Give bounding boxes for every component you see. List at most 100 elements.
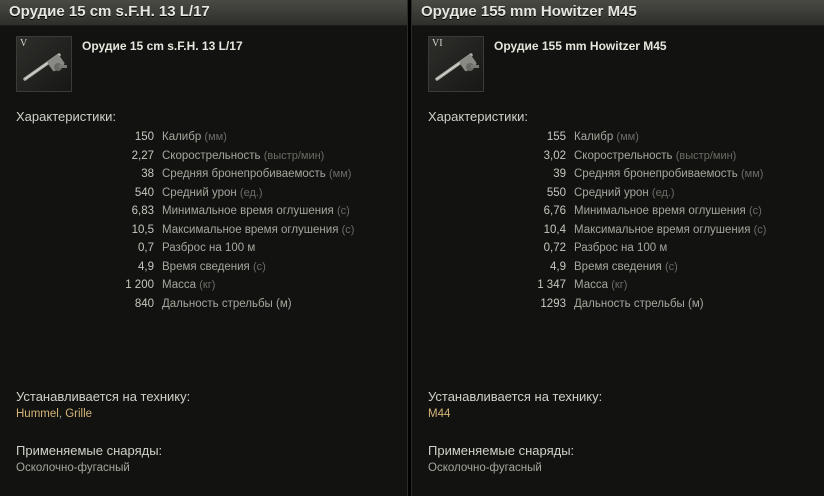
stat-label: Максимальное время оглушения (574, 223, 751, 236)
stat-label-wrap: Минимальное время оглушения (с) (162, 205, 350, 217)
shell-types: Осколочно-фугасный (16, 462, 130, 474)
panel-titlebar: Орудие 155 mm Howitzer M45 (412, 0, 824, 26)
stat-row: 1 347 Масса (кг) (412, 279, 812, 298)
stat-label: Масса (574, 279, 609, 291)
module-name: Орудие 155 mm Howitzer M45 (494, 39, 667, 53)
stat-row: 1 200 Масса (кг) (0, 279, 400, 298)
stat-unit: (с) (252, 260, 266, 273)
vehicle-link[interactable]: Grille (65, 408, 92, 420)
stat-unit: (кг) (611, 279, 628, 291)
vehicle-list: Hummel, Grille (16, 408, 92, 420)
artillery-gun-icon: V (16, 36, 72, 92)
stat-unit: (выстр/мин) (675, 149, 737, 162)
stat-label-wrap: Масса (кг) (162, 279, 215, 291)
stat-row: 3,02 Скорострельность (выстр/мин) (412, 150, 812, 169)
stat-value: 4,9 (138, 260, 154, 273)
shells-heading: Применяемые снаряды: (428, 443, 575, 458)
stat-unit: (с) (753, 223, 767, 236)
stat-value: 540 (134, 186, 154, 199)
stat-unit: (мм) (204, 131, 227, 143)
stat-value: 1 347 (537, 279, 566, 291)
stat-value: 2,27 (131, 149, 154, 162)
vehicle-link[interactable]: M44 (428, 408, 450, 420)
stat-row: 39 Средняя бронепробиваемость (мм) (412, 168, 812, 187)
stat-row: 4,9 Время сведения (с) (412, 261, 812, 280)
stat-label-wrap: Средняя бронепробиваемость (мм) (162, 168, 351, 180)
stat-unit: (с) (336, 205, 350, 217)
stat-label: Калибр (574, 131, 614, 143)
stat-label-wrap: Скорострельность (выстр/мин) (574, 150, 736, 162)
vehicle-list: M44 (428, 408, 450, 420)
stat-label-wrap: Разброс на 100 м (574, 242, 667, 254)
stat-row: 2,27 Скорострельность (выстр/мин) (0, 150, 400, 169)
stat-label-wrap: Средний урон (ед.) (162, 187, 263, 199)
gun-panel-left: Орудие 15 cm s.F.H. 13 L/17 V Орудие 15 … (0, 0, 408, 496)
stat-label: Средняя бронепробиваемость (162, 168, 326, 180)
panel-title: Орудие 155 mm Howitzer M45 (421, 3, 637, 20)
characteristics-heading: Характеристики: (16, 109, 117, 124)
stat-value: 840 (134, 297, 154, 310)
stat-label-wrap: Разброс на 100 м (162, 242, 255, 254)
gun-barrel-icon (435, 53, 479, 81)
stat-label: Разброс на 100 м (574, 242, 668, 254)
stat-row: 10,4 Максимальное время оглушения (с) (412, 224, 812, 243)
stat-label: Дальность стрельбы (м) (574, 297, 704, 310)
stat-label: Время сведения (574, 260, 662, 273)
stat-label: Время сведения (162, 260, 250, 273)
stat-label: Калибр (162, 131, 202, 143)
stat-unit: (ед.) (651, 186, 675, 199)
characteristics-heading: Характеристики: (428, 109, 529, 124)
stat-value: 0,72 (543, 242, 566, 254)
stat-value: 1293 (540, 297, 566, 310)
vehicle-link[interactable]: Hummel (16, 408, 59, 420)
stat-label-wrap: Калибр (мм) (574, 131, 639, 143)
stat-value: 6,83 (131, 205, 154, 217)
stat-row: 38 Средняя бронепробиваемость (мм) (0, 168, 400, 187)
stat-label-wrap: Масса (кг) (574, 279, 627, 291)
stat-unit: (кг) (199, 279, 216, 291)
artillery-gun-icon: VI (428, 36, 484, 92)
gun-barrel-icon (23, 53, 67, 81)
stat-row: 540 Средний урон (ед.) (0, 187, 400, 206)
stats-list: 155 Калибр (мм) 3,02 Скорострельность (выст… (412, 131, 812, 316)
stat-unit: (мм) (741, 168, 764, 180)
stat-label: Средний урон (162, 186, 237, 199)
stat-label: Средняя бронепробиваемость (574, 168, 738, 180)
stat-value: 150 (134, 131, 154, 143)
stat-label: Скорострельность (162, 149, 261, 162)
stat-value: 38 (141, 168, 154, 180)
stat-unit: (с) (748, 205, 762, 217)
stat-label-wrap: Средний урон (ед.) (574, 187, 675, 199)
stat-value: 155 (546, 131, 566, 143)
stat-value: 0,7 (138, 242, 154, 254)
stat-row: 840 Дальность стрельбы (м) (0, 298, 400, 317)
stat-unit: (с) (341, 223, 355, 236)
stat-row: 0,72 Разброс на 100 м (412, 242, 812, 261)
stat-unit: (выстр/мин) (263, 149, 325, 162)
stat-row: 1293 Дальность стрельбы (м) (412, 298, 812, 317)
stat-value: 3,02 (543, 149, 566, 162)
panel-title: Орудие 15 cm s.F.H. 13 L/17 (9, 3, 210, 20)
stat-label-wrap: Время сведения (с) (162, 261, 266, 273)
stat-row: 6,76 Минимальное время оглушения (с) (412, 205, 812, 224)
stat-label-wrap: Средняя бронепробиваемость (мм) (574, 168, 763, 180)
installed-heading: Устанавливается на технику: (16, 389, 191, 404)
stat-value: 1 200 (125, 279, 154, 291)
stat-label: Скорострельность (574, 149, 673, 162)
stat-value: 550 (546, 186, 566, 199)
stat-unit: (ед.) (239, 186, 263, 199)
stat-label: Средний урон (574, 186, 649, 199)
shells-heading: Применяемые снаряды: (16, 443, 163, 458)
stat-label: Масса (162, 279, 197, 291)
stat-row: 0,7 Разброс на 100 м (0, 242, 400, 261)
stat-label-wrap: Время сведения (с) (574, 261, 678, 273)
stat-value: 10,5 (131, 223, 154, 236)
stat-unit: (мм) (329, 168, 352, 180)
shell-types: Осколочно-фугасный (428, 462, 542, 474)
stat-value: 6,76 (543, 205, 566, 217)
stat-row: 6,83 Минимальное время оглушения (с) (0, 205, 400, 224)
stat-row: 150 Калибр (мм) (0, 131, 400, 150)
stat-row: 10,5 Максимальное время оглушения (с) (0, 224, 400, 243)
stat-label-wrap: Максимальное время оглушения (с) (162, 224, 354, 236)
stat-label-wrap: Калибр (мм) (162, 131, 227, 143)
